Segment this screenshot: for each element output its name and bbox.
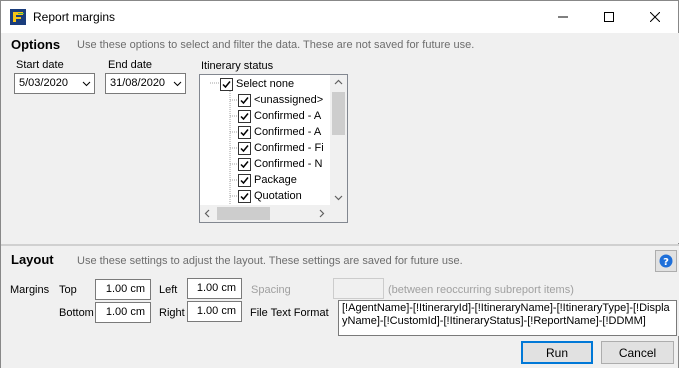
tree-item-label: Confirmed - N (254, 158, 323, 170)
checkbox-checked[interactable] (238, 109, 251, 123)
layout-panel: Layout Use these settings to adjust the … (2, 246, 679, 336)
scroll-thumb[interactable] (332, 92, 345, 135)
tree-item-label: <unassigned> (254, 94, 324, 106)
chevron-down-icon (173, 81, 182, 87)
top-margin-input[interactable]: 1.00 cm (95, 279, 151, 300)
tree-item-label: Select none (236, 78, 295, 90)
tree-item-label: Confirmed - Fi (254, 142, 324, 154)
right-label: Right (159, 307, 185, 319)
tree-item[interactable]: Package (238, 172, 297, 188)
checkbox-checked[interactable] (238, 125, 251, 139)
run-button[interactable]: Run (521, 341, 593, 364)
itinerary-status-label: Itinerary status (201, 60, 274, 72)
cancel-button[interactable]: Cancel (601, 341, 674, 364)
tree-item[interactable]: Quotation (238, 188, 302, 204)
spacing-label: Spacing (251, 284, 291, 296)
tree-vertical-scrollbar[interactable] (330, 75, 347, 206)
layout-heading: Layout (11, 252, 54, 267)
tree-item[interactable]: Confirmed - N (238, 156, 322, 172)
tree-item-label: Quotation (254, 190, 302, 202)
tree-item[interactable]: Confirmed - A (238, 108, 321, 124)
tree-item[interactable]: Confirmed - A (238, 124, 321, 140)
checkbox-checked[interactable] (220, 77, 233, 91)
options-hint: Use these options to select and filter t… (77, 39, 475, 51)
tree-item-label: Confirmed - A (254, 110, 322, 122)
app-icon (10, 9, 26, 25)
report-margins-dialog: Report margins Options Use these options… (0, 0, 679, 368)
right-margin-input[interactable]: 1.00 cm (187, 301, 242, 322)
checkbox-checked[interactable] (238, 189, 251, 203)
start-date-value: 5/03/2020 (19, 77, 68, 89)
bottom-label: Bottom (59, 307, 94, 319)
tree-item[interactable]: Confirmed - Fi (238, 140, 324, 156)
maximize-icon (604, 12, 614, 22)
file-text-format-input[interactable]: [!AgentName]-[!ItineraryId]-[!ItineraryN… (338, 300, 677, 336)
bottom-margin-input[interactable]: 1.00 cm (95, 302, 151, 323)
spacing-input[interactable] (333, 278, 384, 299)
end-date-value: 31/08/2020 (110, 77, 166, 89)
tree-item-select-none[interactable]: Select none (220, 76, 294, 92)
tree-item-label: Package (254, 174, 297, 186)
tree-item[interactable]: <unassigned> (238, 92, 323, 108)
start-date-picker[interactable]: 5/03/2020 (14, 73, 95, 94)
top-label: Top (59, 284, 77, 296)
checkbox-checked[interactable] (238, 93, 251, 107)
close-icon (650, 12, 660, 22)
itinerary-status-tree[interactable]: Select none <unassigned> Confirmed - A C… (199, 74, 348, 223)
spacing-hint: (between reoccurring subreport items) (388, 284, 574, 296)
layout-hint: Use these settings to adjust the layout.… (77, 255, 463, 267)
title-bar: Report margins (1, 1, 678, 33)
margins-label: Margins (10, 284, 50, 296)
end-date-label: End date (108, 59, 153, 71)
scroll-down-icon[interactable] (334, 195, 343, 201)
minimize-icon (558, 16, 568, 18)
file-text-format-label: File Text Format (250, 307, 329, 319)
checkbox-checked[interactable] (238, 157, 251, 171)
close-button[interactable] (632, 1, 678, 33)
tree-item-label: Confirmed - A (254, 126, 322, 138)
scroll-corner (330, 205, 347, 222)
scroll-thumb[interactable] (217, 207, 270, 220)
checkbox-checked[interactable] (238, 173, 251, 187)
maximize-button[interactable] (586, 1, 632, 33)
end-date-picker[interactable]: 31/08/2020 (105, 73, 186, 94)
checkbox-checked[interactable] (238, 141, 251, 155)
options-heading: Options (11, 37, 61, 52)
tree-horizontal-scrollbar[interactable] (200, 205, 330, 222)
scroll-up-icon[interactable] (334, 79, 343, 85)
window-title: Report margins (33, 10, 116, 24)
start-date-label: Start date (16, 59, 64, 71)
button-bar: Run Cancel (1, 336, 678, 368)
minimize-button[interactable] (540, 1, 586, 33)
help-icon: ? (659, 254, 673, 268)
help-button[interactable]: ? (655, 250, 677, 272)
chevron-down-icon (82, 81, 91, 87)
svg-text:?: ? (663, 257, 669, 268)
tree-lines (210, 82, 238, 205)
left-margin-input[interactable]: 1.00 cm (187, 278, 242, 299)
left-label: Left (159, 284, 178, 296)
scroll-right-icon[interactable] (319, 209, 325, 218)
scroll-left-icon[interactable] (204, 209, 210, 218)
